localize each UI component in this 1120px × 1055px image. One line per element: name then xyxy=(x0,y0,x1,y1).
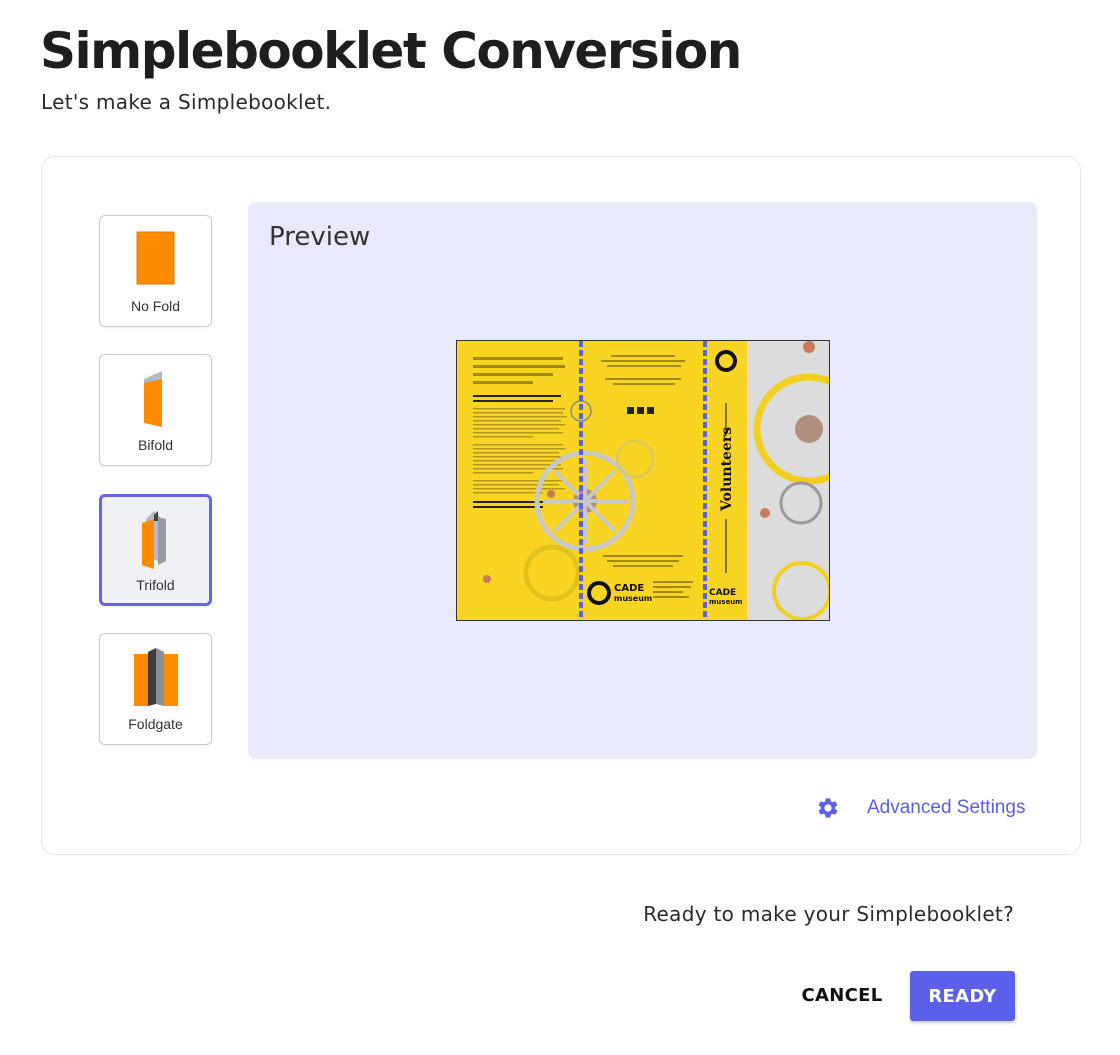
fold-option-label: Foldgate xyxy=(128,716,183,732)
brochure-banner-text: Volunteers xyxy=(719,427,735,512)
gear-icon xyxy=(818,798,838,818)
foldgate-icon xyxy=(100,648,211,708)
bifold-icon xyxy=(100,369,211,429)
page-title: Simplebooklet Conversion xyxy=(40,22,742,80)
fold-option-label: Bifold xyxy=(137,437,174,453)
fold-option-label: Trifold xyxy=(136,577,175,593)
preview-title: Preview xyxy=(269,222,371,252)
brochure-logo-text: CADE xyxy=(614,583,644,594)
fold-option-bifold[interactable]: Bifold xyxy=(99,354,212,466)
ready-question: Ready to make your Simplebooklet? xyxy=(643,902,1014,926)
cancel-button[interactable]: CANCEL xyxy=(790,971,894,1020)
fold-option-no-fold[interactable]: No Fold xyxy=(99,215,212,327)
brochure-logo-subtext: museum xyxy=(614,594,652,603)
fold-option-trifold[interactable]: Trifold xyxy=(99,494,212,606)
preview-panel: Preview CADE museum Volunteers CADE muse… xyxy=(248,202,1037,759)
trifold-icon xyxy=(102,509,209,569)
svg-text:CADE: CADE xyxy=(709,588,736,598)
advanced-settings-label: Advanced Settings xyxy=(867,797,1026,818)
fold-option-label: No Fold xyxy=(130,298,181,314)
brochure-preview-image: CADE museum Volunteers CADE museum xyxy=(457,341,829,620)
advanced-settings-link[interactable]: Advanced Settings xyxy=(816,796,1025,820)
svg-text:museum: museum xyxy=(709,598,742,606)
ready-button[interactable]: READY xyxy=(910,971,1015,1021)
page-subtitle: Let's make a Simplebooklet. xyxy=(41,90,332,114)
no-fold-icon xyxy=(100,230,211,290)
fold-option-foldgate[interactable]: Foldgate xyxy=(99,633,212,745)
